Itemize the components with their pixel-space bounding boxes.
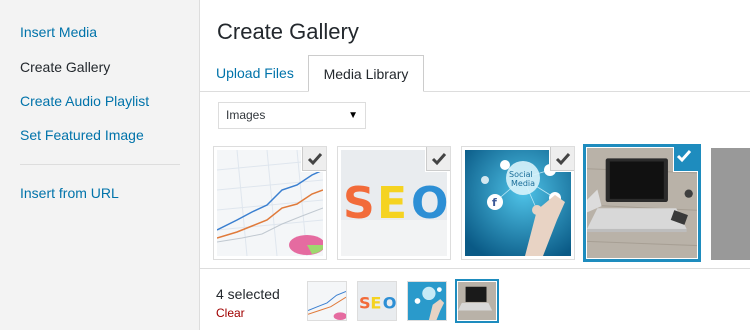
page-title: Create Gallery [217,19,359,44]
selected-attachment-mini[interactable] [307,281,347,321]
social-media-mini-image [408,282,446,320]
seo-letter-e: E [377,178,407,229]
check-icon [431,153,447,166]
laptop-mini-image [458,282,496,320]
selected-checkmark-button[interactable] [550,147,574,171]
sidebar-item-set-featured-image[interactable]: Set Featured Image [20,127,144,143]
clear-selection-link[interactable]: Clear [216,306,245,320]
media-sidebar: Insert Media Create Gallery Create Audio… [0,0,200,330]
sidebar-item-create-audio-playlist[interactable]: Create Audio Playlist [20,93,149,109]
seo-letter-s: S [343,178,375,229]
media-word: Media [511,179,535,188]
sidebar-item-insert-media[interactable]: Insert Media [20,24,97,40]
selection-count: 4 selected [216,286,280,302]
tab-upload-files[interactable]: Upload Files [208,55,302,92]
svg-text:S: S [359,294,371,313]
toolbar-divider [200,268,750,269]
selected-checkmark-button[interactable] [426,147,450,171]
media-type-filter[interactable]: Images ▼ [218,102,366,129]
sidebar-item-create-gallery[interactable]: Create Gallery [20,59,110,75]
sidebar-item-insert-from-url[interactable]: Insert from URL [20,185,119,201]
attachment-thumbnail[interactable]: Social Media f [461,146,575,260]
attachment-thumbnail-partial[interactable] [711,148,750,260]
seo-letter-o: O [411,178,447,229]
attachment-thumbnail[interactable] [213,146,327,260]
selected-attachment-mini[interactable]: S E O [357,281,397,321]
attachment-thumbnail-focused[interactable] [583,144,701,262]
social-word: Social [509,170,533,179]
check-icon [307,153,323,166]
chart-photo-mini-image [308,282,346,320]
svg-text:O: O [383,294,396,313]
svg-text:f: f [492,196,497,209]
filter-selected-value: Images [226,108,266,122]
check-icon [676,150,692,163]
selected-checkmark-button[interactable] [302,147,326,171]
tab-media-library[interactable]: Media Library [308,55,424,92]
selected-checkmark-button[interactable] [674,147,698,171]
attachment-thumbnail[interactable]: S E O [337,146,451,260]
chevron-down-icon: ▼ [348,110,358,121]
seo-letters-mini-image: S E O [358,282,396,320]
svg-text:E: E [370,294,381,313]
selected-attachment-mini-focused[interactable] [457,281,497,321]
check-icon [555,153,571,166]
selected-attachment-mini[interactable] [407,281,447,321]
sidebar-separator [20,164,180,165]
